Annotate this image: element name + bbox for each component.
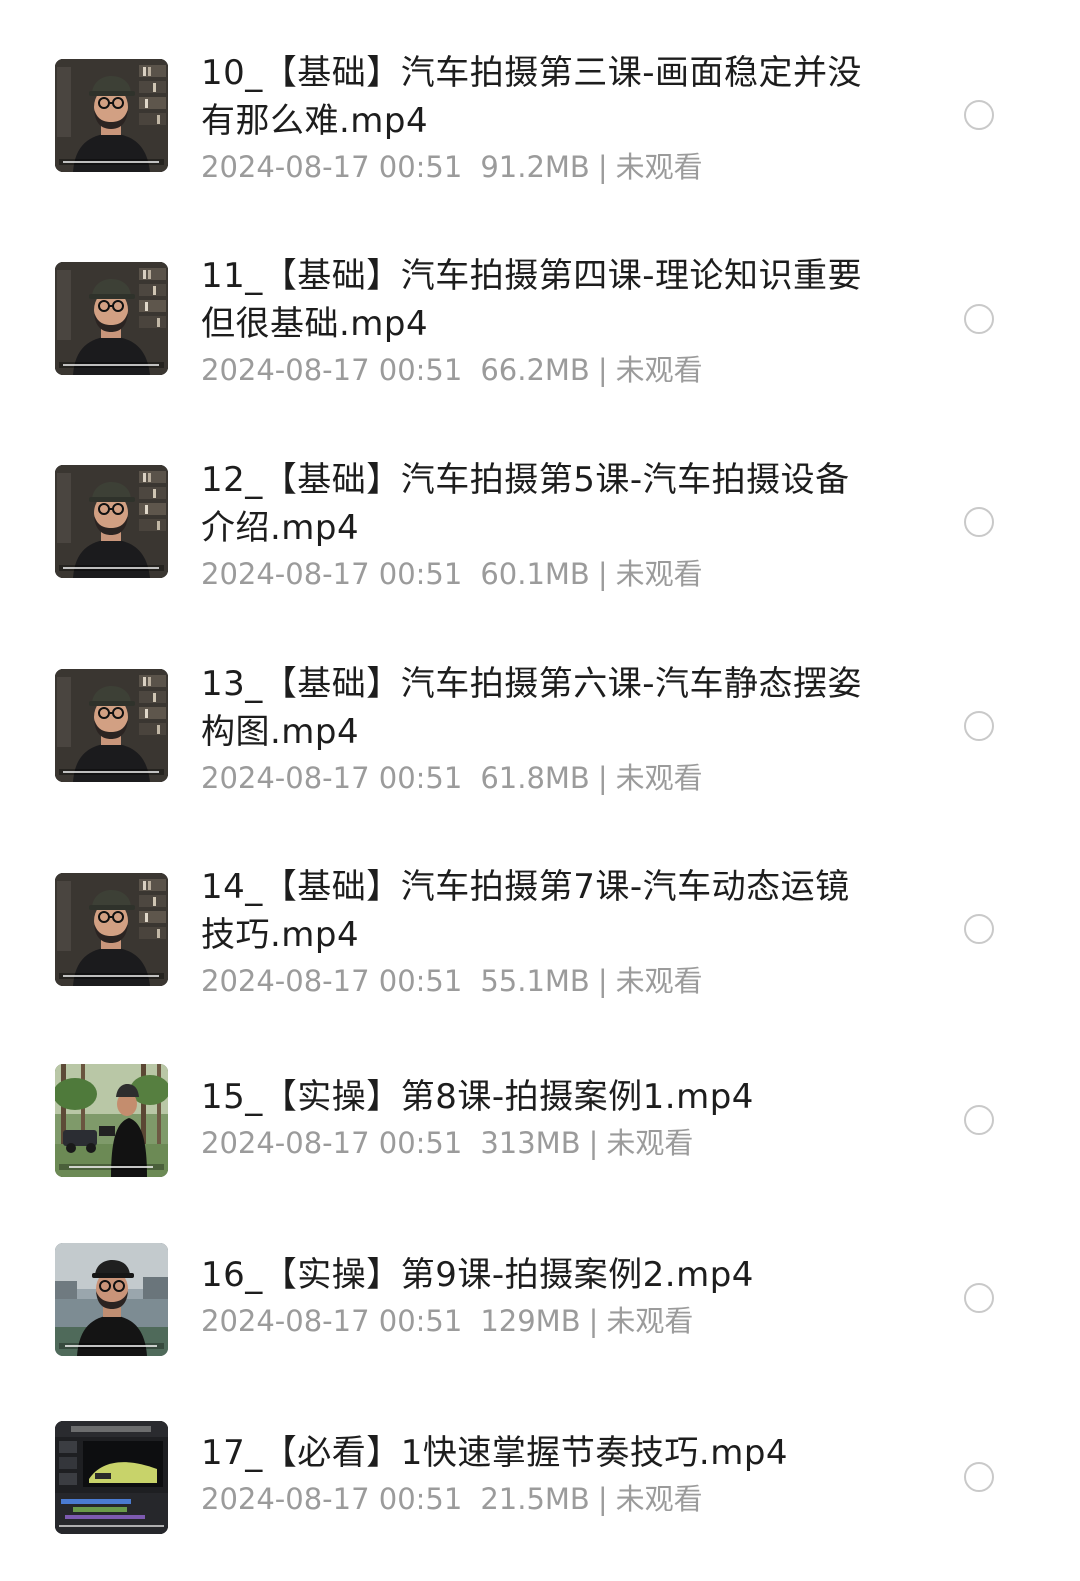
- presenter-thumbnail[interactable]: [55, 465, 168, 578]
- file-size: 55.1MB: [480, 964, 590, 998]
- file-title: 15_【实操】第8课-拍摄案例1.mp4: [201, 1077, 754, 1117]
- meta-separator: |: [588, 1126, 599, 1160]
- presenter-thumbnail[interactable]: [55, 669, 168, 782]
- presenter-thumbnail[interactable]: [55, 59, 168, 172]
- presenter-thumbnail[interactable]: [55, 873, 168, 986]
- file-meta: 2024-08-17 00:51 21.5MB | 未观看: [201, 1479, 871, 1519]
- watch-status: 未观看: [615, 150, 703, 184]
- meta-separator: |: [588, 1304, 599, 1338]
- meta-separator: |: [597, 353, 608, 387]
- file-title: 17_【必看】1快速掌握节奏技巧.mp4: [201, 1433, 789, 1473]
- file-meta: 2024-08-17 00:51 61.8MB | 未观看: [201, 758, 871, 798]
- select-radio-button[interactable]: [964, 304, 994, 334]
- file-date: 2024-08-17 00:51: [201, 761, 463, 795]
- select-radio-button[interactable]: [964, 1105, 994, 1135]
- watch-status: 未观看: [615, 557, 703, 591]
- watch-status: 未观看: [615, 1482, 703, 1516]
- file-size: 21.5MB: [480, 1482, 590, 1516]
- presenter-thumbnail[interactable]: [55, 262, 168, 375]
- meta-separator: |: [597, 964, 608, 998]
- file-date: 2024-08-17 00:51: [201, 1126, 463, 1160]
- file-title: 12_【基础】汽车拍摄第5课-汽车拍摄设备介绍.mp4: [201, 460, 850, 548]
- select-radio-button[interactable]: [964, 100, 994, 130]
- select-radio-button[interactable]: [964, 507, 994, 537]
- file-list: 10_【基础】汽车拍摄第三课-画面稳定并没有那么难.mp4 2024-08-17…: [0, 0, 1080, 1581]
- meta-separator: |: [597, 557, 608, 591]
- file-date: 2024-08-17 00:51: [201, 1304, 463, 1338]
- file-date: 2024-08-17 00:51: [201, 1482, 463, 1516]
- select-radio-button[interactable]: [964, 914, 994, 944]
- meta-separator: |: [597, 150, 608, 184]
- watch-status: 未观看: [615, 761, 703, 795]
- file-title: 10_【基础】汽车拍摄第三课-画面稳定并没有那么难.mp4: [201, 53, 863, 141]
- file-meta: 2024-08-17 00:51 313MB | 未观看: [201, 1123, 871, 1163]
- editor-thumbnail[interactable]: [55, 1421, 168, 1534]
- file-date: 2024-08-17 00:51: [201, 353, 463, 387]
- file-meta: 2024-08-17 00:51 66.2MB | 未观看: [201, 350, 871, 390]
- file-size: 129MB: [480, 1304, 581, 1338]
- select-radio-button[interactable]: [964, 711, 994, 741]
- file-size: 60.1MB: [480, 557, 590, 591]
- file-size: 66.2MB: [480, 353, 590, 387]
- meta-separator: |: [597, 1482, 608, 1516]
- file-date: 2024-08-17 00:51: [201, 557, 463, 591]
- file-meta: 2024-08-17 00:51 55.1MB | 未观看: [201, 961, 871, 1001]
- file-title: 16_【实操】第9课-拍摄案例2.mp4: [201, 1255, 754, 1295]
- file-date: 2024-08-17 00:51: [201, 964, 463, 998]
- file-size: 313MB: [480, 1126, 581, 1160]
- waterfront-thumbnail[interactable]: [55, 1243, 168, 1356]
- select-radio-button[interactable]: [964, 1283, 994, 1313]
- file-meta: 2024-08-17 00:51 60.1MB | 未观看: [201, 554, 871, 594]
- file-title: 13_【基础】汽车拍摄第六课-汽车静态摆姿构图.mp4: [201, 664, 863, 752]
- file-meta: 2024-08-17 00:51 129MB | 未观看: [201, 1301, 871, 1341]
- file-title: 11_【基础】汽车拍摄第四课-理论知识重要但很基础.mp4: [201, 256, 863, 344]
- meta-separator: |: [597, 761, 608, 795]
- select-radio-button[interactable]: [964, 1462, 994, 1492]
- watch-status: 未观看: [615, 964, 703, 998]
- watch-status: 未观看: [615, 353, 703, 387]
- watch-status: 未观看: [606, 1304, 694, 1338]
- outdoor-thumbnail[interactable]: [55, 1064, 168, 1177]
- file-size: 61.8MB: [480, 761, 590, 795]
- file-title: 14_【基础】汽车拍摄第7课-汽车动态运镜技巧.mp4: [201, 867, 850, 955]
- file-size: 91.2MB: [480, 150, 590, 184]
- file-meta: 2024-08-17 00:51 91.2MB | 未观看: [201, 147, 871, 187]
- file-date: 2024-08-17 00:51: [201, 150, 463, 184]
- watch-status: 未观看: [606, 1126, 694, 1160]
